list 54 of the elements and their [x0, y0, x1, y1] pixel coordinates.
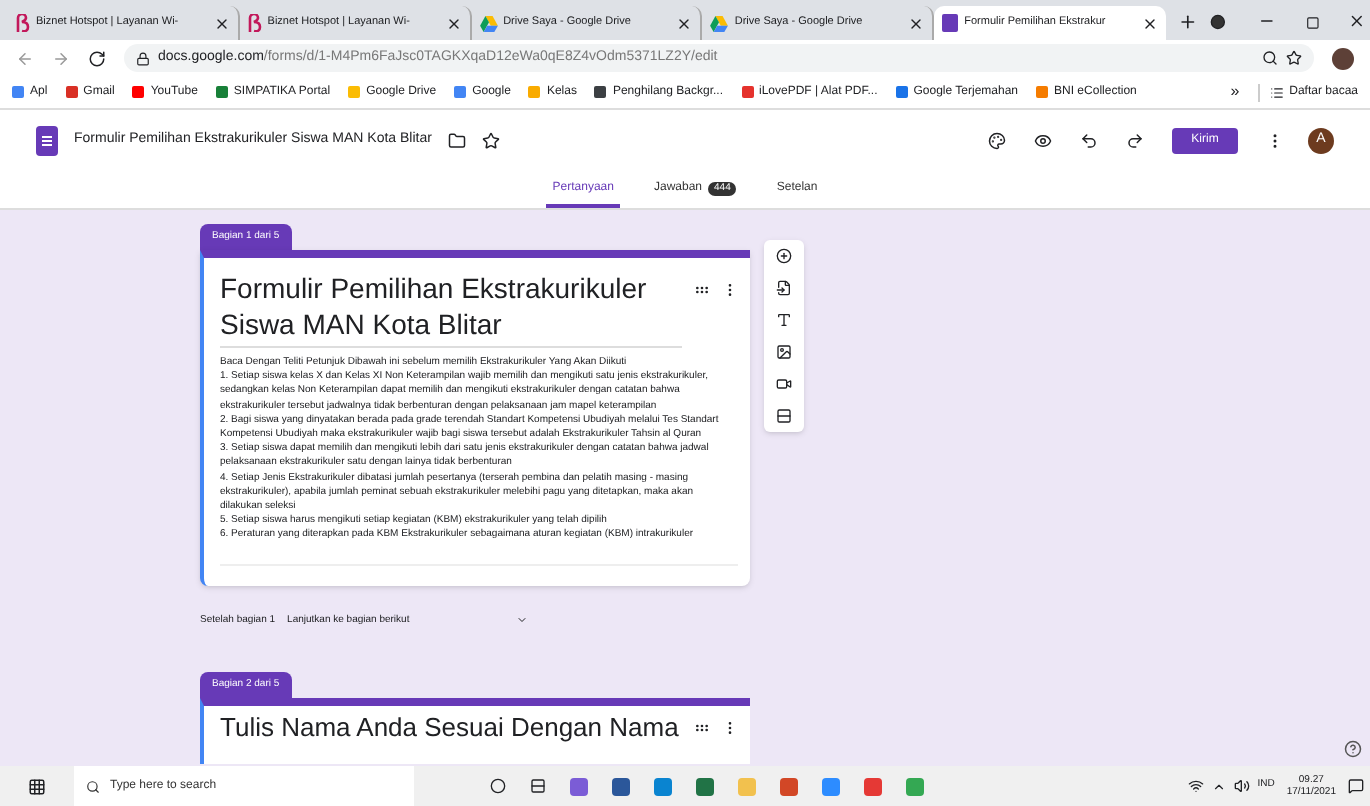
redo-icon[interactable]: [1126, 131, 1144, 149]
import-icon[interactable]: [776, 280, 792, 296]
section-title[interactable]: Formulir Pemilihan Ekstrakurikuler Siswa MAN Kota Blitar: [220, 270, 682, 348]
section-title[interactable]: Tulis Nama Anda Sesuai Dengan Nama: [220, 712, 682, 745]
back-icon[interactable]: [16, 49, 34, 67]
add-question-icon[interactable]: [776, 248, 792, 264]
undo-icon[interactable]: [1080, 131, 1098, 149]
star-icon[interactable]: [481, 131, 500, 149]
video-icon[interactable]: [776, 376, 792, 392]
caret-icon[interactable]: [1211, 779, 1226, 793]
app-icon[interactable]: [780, 777, 798, 795]
search-icon: [86, 779, 100, 793]
star-icon[interactable]: [1286, 50, 1302, 66]
image-icon[interactable]: [776, 344, 792, 360]
section-icon[interactable]: [776, 408, 792, 424]
search-icon[interactable]: [1262, 50, 1278, 66]
app-icon[interactable]: [906, 777, 924, 795]
new-tab-icon[interactable]: [1177, 12, 1198, 32]
close-icon[interactable]: [1141, 15, 1158, 31]
palette-icon[interactable]: [988, 131, 1006, 149]
more-bookmarks-button[interactable]: »: [1230, 80, 1240, 104]
lock-icon: [136, 51, 150, 65]
form-icon: [942, 14, 959, 32]
help-icon[interactable]: [1344, 740, 1362, 758]
app-icon[interactable]: [696, 777, 714, 795]
collapse-icon[interactable]: [694, 282, 710, 298]
app-icon[interactable]: [654, 777, 672, 795]
folder-icon[interactable]: [447, 131, 466, 149]
app-icon[interactable]: [822, 777, 840, 795]
close-icon[interactable]: [445, 15, 462, 31]
forms-logo-icon[interactable]: [36, 125, 58, 155]
app-icon[interactable]: [864, 777, 882, 795]
restore-icon[interactable]: [1306, 16, 1321, 30]
caret-icon: [515, 614, 528, 627]
app-icon[interactable]: [570, 777, 588, 795]
list-icon: [1269, 85, 1284, 99]
app-icon[interactable]: [612, 777, 630, 795]
drive-icon: [710, 15, 729, 31]
close-icon[interactable]: [213, 15, 230, 31]
network-icon[interactable]: [1187, 778, 1204, 794]
close-icon[interactable]: [908, 15, 925, 31]
preview-icon[interactable]: [1034, 131, 1052, 149]
profile-avatar[interactable]: [1332, 47, 1354, 69]
reload-icon[interactable]: [88, 49, 106, 67]
close-icon[interactable]: [676, 15, 693, 31]
tab-icon: [16, 14, 30, 32]
close-icon[interactable]: [1348, 12, 1367, 30]
tab-icon: [247, 14, 262, 32]
collapse-icon[interactable]: [694, 720, 710, 737]
notification-icon[interactable]: [1348, 778, 1364, 794]
forward-icon[interactable]: [52, 49, 70, 67]
drive-icon: [479, 15, 498, 31]
title-icon[interactable]: [776, 312, 792, 328]
volume-icon[interactable]: [1233, 778, 1250, 794]
